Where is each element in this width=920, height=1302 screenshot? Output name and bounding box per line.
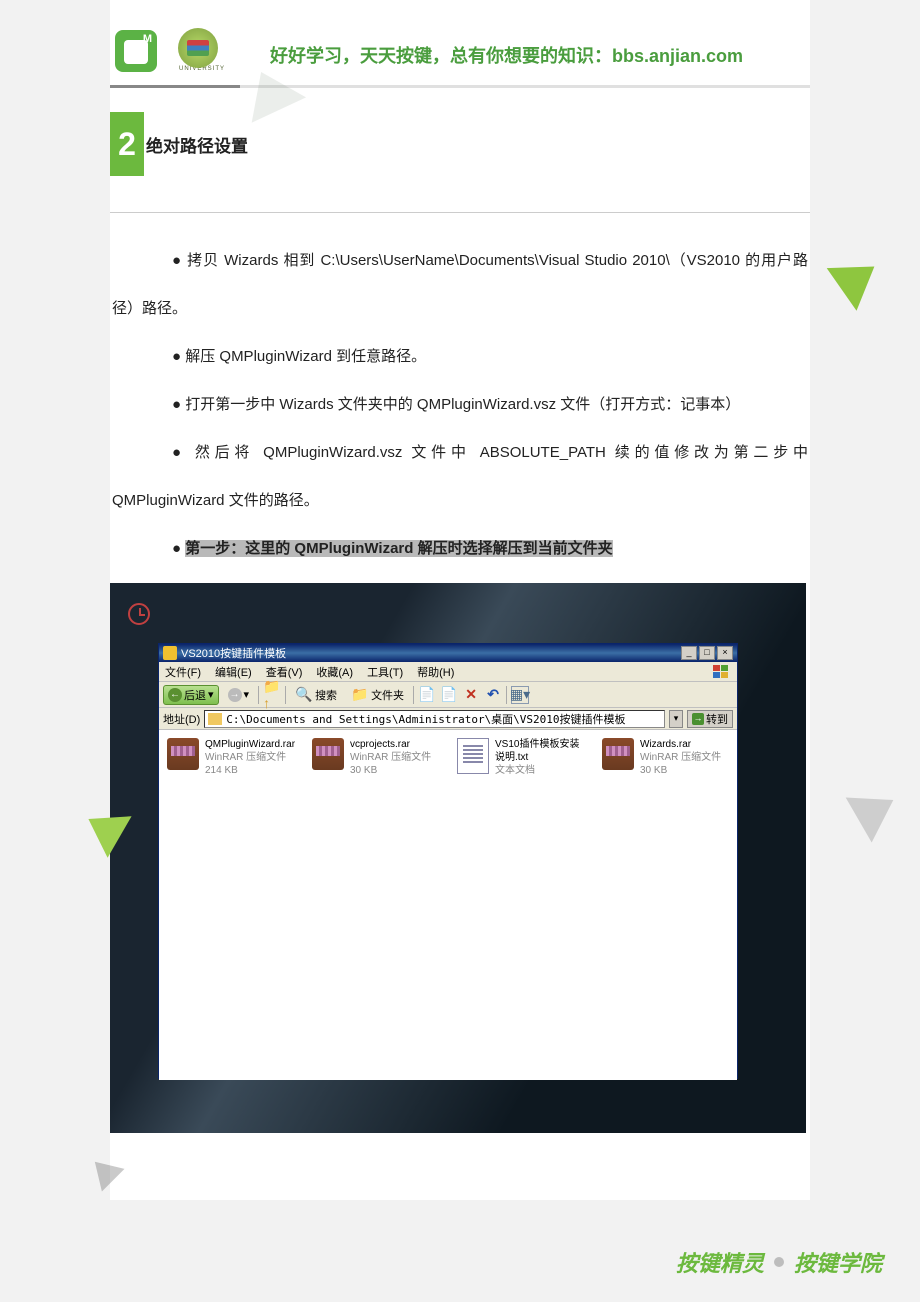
address-input[interactable]: C:\Documents and Settings\Administrator\…: [204, 710, 665, 728]
text-file-icon: [457, 738, 489, 774]
file-name: vcprojects.rar: [350, 738, 431, 751]
menu-tool[interactable]: 工具(T): [367, 664, 403, 680]
file-list[interactable]: QMPluginWizard.rarWinRAR 压缩文件214 KBvcpro…: [159, 730, 737, 1080]
toolbar: ←后退 ▾ → ▾ 📁↑ 🔍搜索 📁文件夹 📄 📄 ✕ ↶ ▦▾: [159, 682, 737, 708]
file-size: 30 KB: [350, 764, 431, 777]
close-button[interactable]: ×: [717, 646, 733, 660]
screenshot: VS2010按键插件模板 _ □ × 文件(F) 编辑(E) 查看(V) 收藏(…: [110, 583, 806, 1133]
step-1: ● 拷贝 Wizards 相到 C:\Users\UserName\Docume…: [112, 237, 808, 333]
menu-edit[interactable]: 编辑(E): [215, 664, 252, 680]
windows-logo-icon: [711, 664, 731, 680]
menu-fav[interactable]: 收藏(A): [316, 664, 353, 680]
clock-icon: [128, 603, 150, 625]
folder-icon: [208, 713, 222, 725]
folder-icon: [163, 646, 177, 660]
footer-left: 按键精灵: [676, 1246, 764, 1278]
window-title: VS2010按键插件模板: [181, 645, 286, 661]
explorer-window: VS2010按键插件模板 _ □ × 文件(F) 编辑(E) 查看(V) 收藏(…: [158, 643, 738, 1079]
maximize-button[interactable]: □: [699, 646, 715, 660]
back-button[interactable]: ←后退 ▾: [163, 685, 219, 705]
file-name: Wizards.rar: [640, 738, 721, 751]
delete-icon[interactable]: ✕: [462, 686, 480, 704]
file-desc: 文本文档: [495, 764, 582, 777]
page-header: UNIVERSITY 好好学习，天天按键，总有你想要的知识：bbs.anjian…: [110, 0, 810, 88]
footer-right: 按键学院: [794, 1246, 882, 1278]
page-footer: 按键精灵 按键学院: [676, 1246, 882, 1278]
highlight: 第一步：这里的 QMPluginWizard 解压时选择解压到当前文件夹: [185, 540, 612, 557]
file-item[interactable]: QMPluginWizard.rarWinRAR 压缩文件214 KB: [167, 738, 292, 777]
minimize-button[interactable]: _: [681, 646, 697, 660]
section-title: 绝对路径设置: [146, 132, 248, 157]
go-button[interactable]: →转到: [687, 710, 733, 728]
folders-button[interactable]: 📁文件夹: [346, 685, 409, 705]
file-desc: WinRAR 压缩文件: [205, 751, 295, 764]
menu-bar: 文件(F) 编辑(E) 查看(V) 收藏(A) 工具(T) 帮助(H): [159, 662, 737, 682]
body-text: ● 拷贝 Wizards 相到 C:\Users\UserName\Docume…: [110, 213, 810, 573]
file-size: 214 KB: [205, 764, 295, 777]
address-dropdown[interactable]: ▾: [669, 710, 683, 728]
menu-file[interactable]: 文件(F): [165, 664, 201, 680]
section-number: 2: [110, 112, 144, 176]
file-item[interactable]: vcprojects.rarWinRAR 压缩文件30 KB: [312, 738, 437, 777]
decoration-triangle: [827, 245, 890, 311]
app-logo-icon: [115, 30, 157, 72]
address-bar: 地址(D) C:\Documents and Settings\Administ…: [159, 708, 737, 730]
search-button[interactable]: 🔍搜索: [290, 685, 342, 705]
file-item[interactable]: VS10插件模板安装说明.txt文本文档: [457, 738, 582, 777]
move-icon[interactable]: 📄: [418, 686, 436, 704]
file-name: QMPluginWizard.rar: [205, 738, 295, 751]
forward-button[interactable]: → ▾: [223, 685, 255, 705]
decoration-triangle: [846, 777, 907, 842]
rar-file-icon: [312, 738, 344, 770]
rar-file-icon: [602, 738, 634, 770]
university-logo-icon: UNIVERSITY: [178, 28, 226, 76]
copy-icon[interactable]: 📄: [440, 686, 458, 704]
up-button[interactable]: 📁↑: [263, 686, 281, 704]
dot-icon: [774, 1257, 784, 1267]
slogan-text: 好好学习，天天按键，总有你想要的知识：bbs.anjian.com: [270, 42, 743, 68]
undo-icon[interactable]: ↶: [484, 686, 502, 704]
step-3: ● 打开第一步中 Wizards 文件夹中的 QMPluginWizard.vs…: [112, 381, 808, 429]
rar-file-icon: [167, 738, 199, 770]
file-desc: WinRAR 压缩文件: [640, 751, 721, 764]
file-desc: WinRAR 压缩文件: [350, 751, 431, 764]
address-label: 地址(D): [163, 711, 200, 727]
page: UNIVERSITY 好好学习，天天按键，总有你想要的知识：bbs.anjian…: [110, 0, 810, 1200]
menu-help[interactable]: 帮助(H): [417, 664, 454, 680]
file-size: 30 KB: [640, 764, 721, 777]
step-5: ● 第一步：这里的 QMPluginWizard 解压时选择解压到当前文件夹: [112, 525, 808, 573]
views-button[interactable]: ▦▾: [511, 686, 529, 704]
decoration-triangle: [83, 1150, 124, 1191]
file-item[interactable]: Wizards.rarWinRAR 压缩文件30 KB: [602, 738, 727, 777]
file-name: VS10插件模板安装说明.txt: [495, 738, 582, 764]
step-4: ● 然后将 QMPluginWizard.vsz 文件中 ABSOLUTE_PA…: [112, 429, 808, 525]
window-titlebar[interactable]: VS2010按键插件模板 _ □ ×: [159, 644, 737, 662]
step-2: ● 解压 QMPluginWizard 到任意路径。: [112, 333, 808, 381]
section-heading: 2 绝对路径设置: [110, 112, 810, 176]
